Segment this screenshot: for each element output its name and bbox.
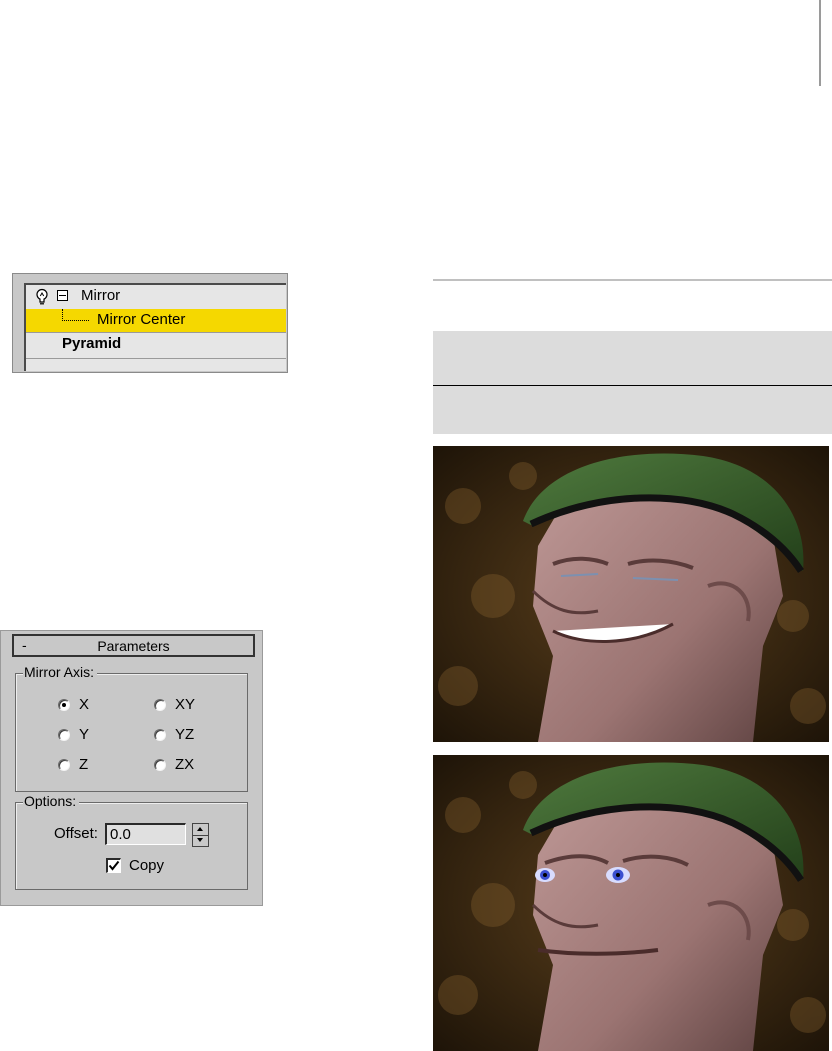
radio-icon[interactable]	[154, 729, 166, 741]
horizontal-rule	[433, 279, 832, 281]
copy-label: Copy	[129, 857, 165, 874]
radio-label: YZ	[175, 726, 195, 743]
checkmark-icon	[108, 860, 120, 871]
render-before	[433, 446, 829, 742]
radio-label: ZX	[175, 756, 195, 773]
render-after	[433, 755, 829, 1051]
stack-item-mirror[interactable]: Mirror	[26, 285, 286, 309]
radio-icon[interactable]	[58, 729, 70, 741]
radio-label: Z	[79, 756, 89, 773]
page-margin-rule	[819, 0, 821, 86]
group-title: Mirror Axis:	[23, 664, 97, 680]
tree-connector-line	[62, 309, 89, 321]
table-row-block	[433, 386, 832, 434]
radio-label: Y	[79, 726, 90, 743]
rollout-header[interactable]: - Parameters	[12, 634, 255, 657]
group-title: Options:	[23, 793, 80, 809]
lightbulb-icon[interactable]	[34, 288, 50, 306]
stack-item-label: Mirror Center	[97, 311, 186, 328]
stack-item-label: Pyramid	[62, 335, 122, 352]
radio-icon[interactable]	[154, 759, 166, 771]
modifier-stack-list: Mirror Mirror Center Pyramid	[24, 283, 286, 371]
spinner-down-icon[interactable]	[193, 835, 208, 846]
offset-input[interactable]	[105, 823, 186, 845]
offset-label: Offset:	[54, 825, 98, 842]
parameters-rollout: - Parameters Mirror Axis: X Y Z XY YZ ZX	[0, 630, 263, 906]
stack-item-mirror-center[interactable]: Mirror Center	[26, 309, 286, 332]
copy-checkbox[interactable]	[106, 858, 121, 873]
radio-icon[interactable]	[58, 759, 70, 771]
radio-label: X	[79, 696, 90, 713]
collapse-toggle-icon[interactable]	[57, 290, 68, 301]
rollout-title: Parameters	[97, 638, 170, 654]
options-group: Options: Offset: Copy	[15, 793, 248, 890]
radio-icon[interactable]	[154, 699, 166, 711]
stack-item-pyramid[interactable]: Pyramid	[26, 332, 286, 359]
mirror-axis-group: Mirror Axis: X Y Z XY YZ ZX	[15, 664, 248, 792]
radio-label: XY	[175, 696, 196, 713]
stack-item-label: Mirror	[81, 287, 121, 304]
table-header-block	[433, 331, 832, 385]
radio-selected-icon[interactable]	[58, 699, 70, 711]
offset-spinner[interactable]	[192, 823, 209, 847]
modifier-stack-panel: Mirror Mirror Center Pyramid	[12, 273, 288, 373]
